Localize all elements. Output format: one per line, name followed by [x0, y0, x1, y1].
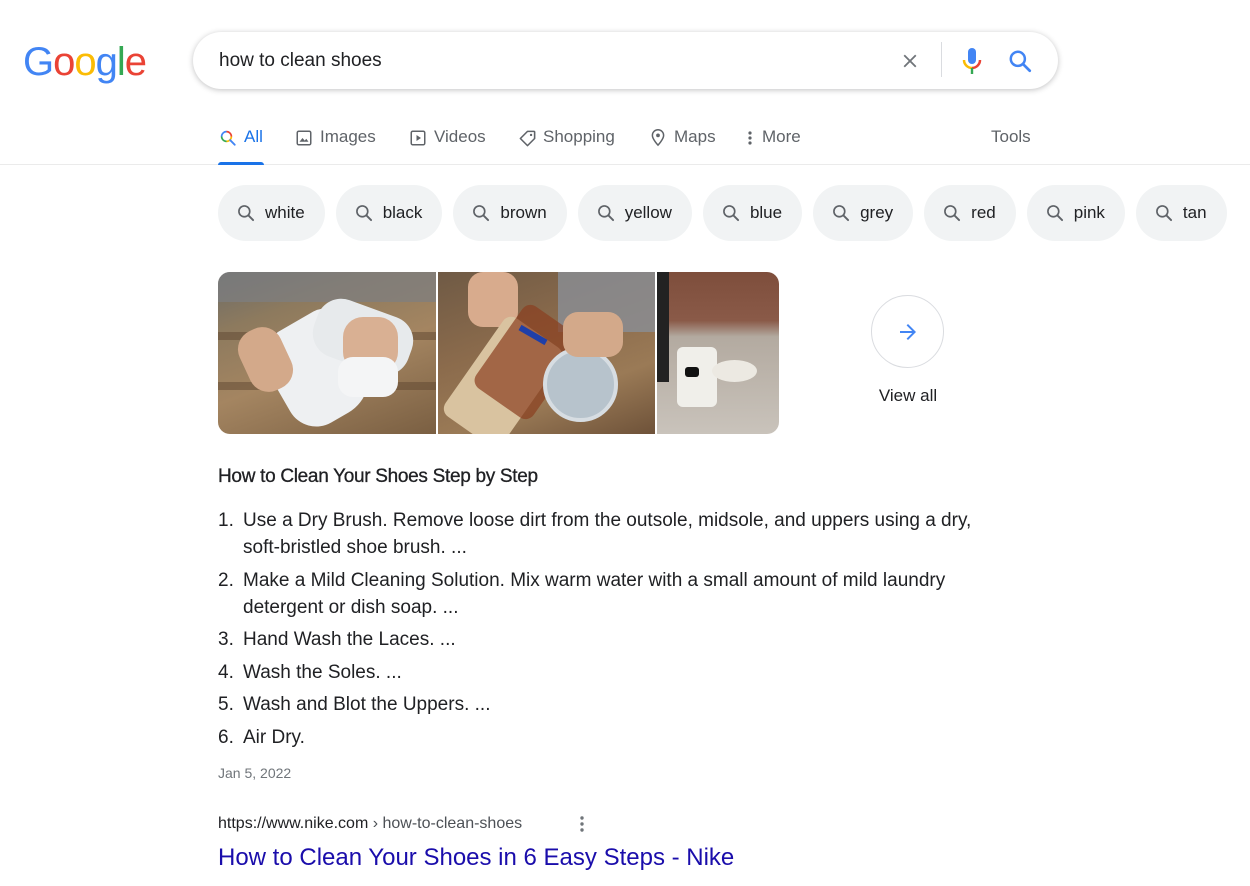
search-icon — [1045, 203, 1065, 223]
image-thumbnail[interactable] — [438, 272, 655, 434]
image-results — [218, 272, 779, 434]
logo-letter: o — [53, 40, 75, 84]
chip-brown[interactable]: brown — [453, 185, 567, 241]
result-title-link[interactable]: How to Clean Your Shoes in 6 Easy Steps … — [218, 844, 734, 872]
step-number: 1. — [218, 510, 234, 531]
chip-label: blue — [749, 203, 783, 222]
snippet-steps: 1. Use a Dry Brush. Remove loose dirt fro… — [218, 507, 998, 756]
image-thumbnail[interactable] — [218, 272, 436, 434]
google-logo[interactable]: Google — [23, 40, 147, 84]
search-icon — [218, 128, 238, 148]
step-text: Wash and Blot the Uppers. ... — [243, 694, 491, 715]
tab-shopping[interactable]: Shopping — [517, 127, 615, 165]
step-text: Use a Dry Brush. Remove loose dirt from … — [243, 510, 972, 558]
tag-icon — [517, 128, 537, 148]
step-text: Wash the Soles. ... — [243, 661, 402, 683]
logo-letter: g — [95, 40, 118, 84]
result-url[interactable]: https://www.nike.com › how-to-clean-shoe… — [218, 815, 522, 833]
search-divider — [941, 42, 942, 77]
step-number: 2. — [218, 569, 234, 591]
step-item: 5. Wash and Blot the Uppers. ... — [218, 691, 998, 718]
close-icon — [903, 54, 917, 68]
search-icon — [721, 203, 741, 223]
chip-yellow[interactable]: yellow — [577, 185, 692, 241]
chip-label: black — [382, 203, 423, 222]
clear-search-button[interactable] — [895, 46, 925, 76]
tab-label: Maps — [674, 127, 716, 146]
chip-label: tan — [1182, 203, 1207, 222]
breadcrumb-separator: › — [368, 815, 383, 832]
tab-label: Shopping — [543, 127, 615, 146]
image-icon — [294, 128, 314, 148]
more-vert-icon — [745, 128, 755, 148]
tab-images[interactable]: Images — [294, 127, 376, 165]
view-all-label[interactable]: View all — [862, 386, 954, 406]
tab-label: Videos — [434, 127, 486, 146]
logo-letter: e — [124, 40, 147, 84]
snippet-date: Jan 5, 2022 — [218, 765, 292, 781]
search-icon — [942, 203, 962, 223]
chip-label: pink — [1073, 203, 1105, 222]
step-number: 4. — [218, 661, 234, 683]
search-icon — [236, 203, 256, 223]
arrow-right-icon — [899, 323, 916, 340]
tab-label: All — [244, 127, 263, 146]
view-all-images-button[interactable] — [871, 295, 944, 368]
search-input[interactable] — [219, 47, 879, 75]
tab-label: Images — [320, 127, 376, 146]
chip-label: yellow — [624, 203, 672, 222]
play-icon — [408, 128, 428, 148]
chip-grey[interactable]: grey — [813, 185, 914, 241]
chip-pink[interactable]: pink — [1026, 185, 1125, 241]
step-item: 3. Hand Wash the Laces. ... — [218, 626, 998, 653]
microphone-icon — [962, 48, 982, 74]
step-number: 3. — [218, 629, 234, 650]
chip-black[interactable]: black — [335, 185, 443, 241]
chip-label: grey — [860, 203, 894, 222]
chip-label: red — [971, 203, 996, 222]
step-item: 2. Make a Mild Cleaning Solution. Mix war… — [218, 567, 998, 621]
step-text: Make a Mild Cleaning Solution. Mix warm … — [243, 569, 946, 618]
refinement-chips: white black brown yellow blue grey red p… — [218, 185, 1227, 241]
logo-letter: o — [74, 40, 96, 84]
result-options-button[interactable] — [574, 814, 590, 834]
tab-all[interactable]: All — [218, 127, 264, 165]
tab-more[interactable]: More — [745, 127, 801, 165]
chip-blue[interactable]: blue — [702, 185, 803, 241]
search-icon — [831, 203, 851, 223]
tab-videos[interactable]: Videos — [408, 127, 486, 165]
step-text: Air Dry. — [243, 726, 305, 748]
chip-red[interactable]: red — [924, 185, 1016, 241]
image-thumbnail[interactable] — [657, 272, 779, 434]
result-domain: https://www.nike.com — [218, 815, 369, 832]
step-number: 5. — [218, 694, 234, 715]
chip-tan[interactable]: tan — [1135, 185, 1227, 241]
step-item: 1. Use a Dry Brush. Remove loose dirt fro… — [218, 507, 998, 561]
search-icon — [1154, 203, 1174, 223]
tools-button[interactable]: Tools — [991, 127, 1031, 147]
step-item: 4. Wash the Soles. ... — [218, 659, 998, 686]
search-icon — [596, 203, 616, 223]
search-icon — [471, 203, 491, 223]
tab-maps[interactable]: Maps — [648, 127, 716, 165]
voice-search-button[interactable] — [958, 45, 986, 77]
step-item: 6. Air Dry. — [218, 724, 998, 751]
search-icon — [1009, 50, 1032, 73]
search-icon — [354, 203, 374, 223]
logo-letter: G — [23, 40, 54, 84]
chip-label: brown — [500, 203, 547, 222]
search-button[interactable] — [1005, 46, 1035, 76]
snippet-title: How to Clean Your Shoes Step by Step — [218, 466, 538, 487]
step-number: 6. — [218, 726, 234, 748]
chip-white[interactable]: white — [218, 185, 325, 241]
result-path: how-to-clean-shoes — [382, 815, 523, 832]
tab-label: More — [762, 127, 801, 146]
map-pin-icon — [648, 128, 668, 148]
chip-label: white — [265, 203, 305, 222]
search-box — [193, 32, 1058, 89]
search-tabs: All Images Videos Shopping Maps More Too… — [0, 115, 1250, 165]
step-text: Hand Wash the Laces. ... — [243, 629, 456, 650]
more-vert-icon — [580, 816, 584, 832]
logo-letter: l — [116, 40, 126, 84]
